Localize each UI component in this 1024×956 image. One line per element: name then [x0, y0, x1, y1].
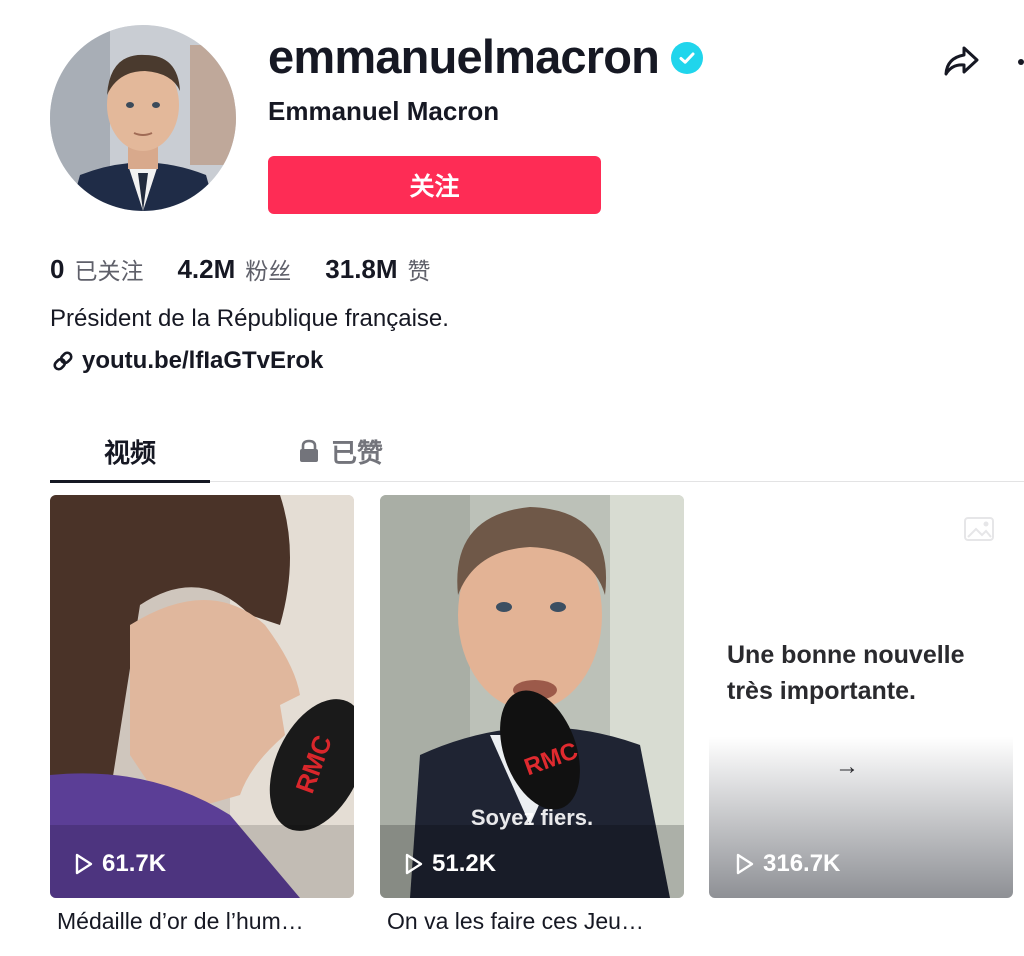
video-text-content: Une bonne nouvelle très importante. [727, 637, 997, 709]
profile-bio: Président de la République française. [50, 305, 449, 332]
username-row: emmanuelmacron [268, 28, 704, 84]
video-card[interactable]: RMC Soyez fiers. 51.2K [380, 495, 684, 898]
profile-username: emmanuelmacron [268, 29, 660, 83]
video-views: 316.7K [735, 850, 840, 878]
video-text-line: Une bonne nouvelle [727, 641, 965, 669]
profile-link[interactable]: youtu.be/lfIaGTvErok [50, 347, 323, 375]
tab-liked[interactable]: 已赞 [260, 420, 420, 482]
video-views: 51.2K [404, 850, 496, 878]
play-icon [74, 853, 94, 875]
video-text-line: très importante. [727, 677, 916, 705]
play-icon [735, 853, 755, 875]
video-thumbnail: RMC [380, 495, 684, 898]
profile-avatar [50, 25, 236, 211]
profile-stats: 0 已关注 4.2M 粉丝 31.8M 赞 [50, 252, 465, 286]
stat-label: 赞 [407, 259, 431, 285]
verified-check-icon [671, 42, 704, 74]
video-overlay-text: Soyez fiers. [470, 805, 594, 830]
video-caption[interactable]: Médaille d’or de l’hum… [57, 908, 357, 935]
video-caption[interactable]: On va les faire ces Jeu… [387, 908, 687, 935]
follow-button[interactable]: 关注 [268, 156, 601, 214]
profile-tabs: 视频 已赞 [50, 420, 1024, 483]
arrow-right-icon: → [835, 753, 859, 780]
stat-number: 0 [50, 253, 65, 284]
stat-label: 已关注 [74, 259, 144, 285]
stat-number: 4.2M [177, 253, 236, 284]
link-chain-icon [50, 348, 76, 374]
video-views: 61.7K [74, 850, 166, 878]
tab-videos[interactable]: 视频 [50, 420, 210, 483]
image-placeholder-icon [963, 515, 995, 543]
video-thumbnail: RMC [50, 495, 354, 898]
lock-icon [297, 438, 321, 464]
profile-nickname: Emmanuel Macron [268, 96, 500, 126]
tab-liked-label: 已赞 [330, 438, 383, 469]
stat-following[interactable]: 0 已关注 [50, 252, 143, 286]
stat-number: 31.8M [325, 253, 398, 284]
stat-followers[interactable]: 4.2M 粉丝 [177, 252, 291, 286]
stat-likes: 31.8M 赞 [325, 252, 430, 286]
video-views-count: 61.7K [102, 850, 167, 877]
play-icon [404, 853, 424, 875]
video-card[interactable]: RMC 61.7K [50, 495, 354, 898]
stat-label: 粉丝 [245, 259, 292, 285]
more-dots-icon[interactable] [1008, 54, 1024, 70]
video-views-count: 316.7K [763, 850, 841, 877]
profile-link-text[interactable]: youtu.be/lfIaGTvErok [82, 347, 323, 375]
video-views-count: 51.2K [432, 850, 497, 877]
video-card[interactable]: Une bonne nouvelle très importante. → 31… [709, 495, 1013, 898]
share-arrow-icon[interactable] [940, 40, 982, 82]
